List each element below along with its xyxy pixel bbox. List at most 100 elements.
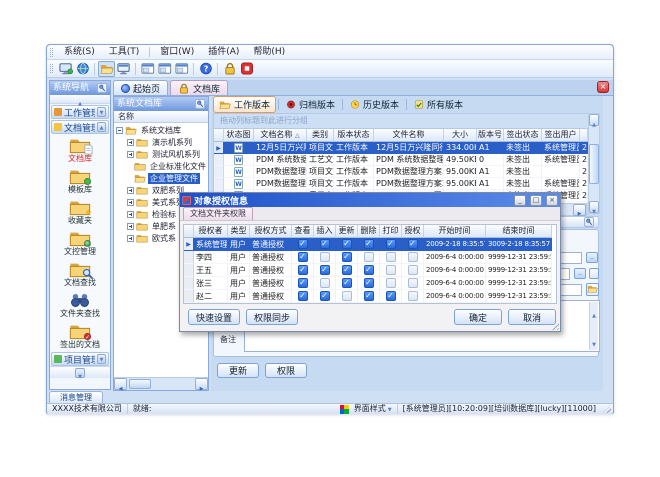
perm-grant-checkbox[interactable] <box>408 239 418 249</box>
minimize-button[interactable]: _ <box>514 195 526 206</box>
permission-row[interactable]: 系统管理员 用户 普通授权 2009-2-18 8:35:57 3009-2-1… <box>184 238 556 251</box>
header-doc-name[interactable]: 文档名称 △ <box>254 129 307 142</box>
scroll-right-button[interactable] <box>195 378 208 390</box>
sidebar-item-favorites[interactable]: ★ 收藏夹 <box>50 196 110 227</box>
perm-print-checkbox[interactable] <box>386 239 396 249</box>
tab-message-management[interactable]: 消息管理 <box>49 391 103 403</box>
perm-insert-checkbox[interactable] <box>320 252 330 262</box>
nav-scroll-down[interactable] <box>50 366 110 378</box>
tab-document-library[interactable]: 文档库 <box>170 80 228 95</box>
perm-update-checkbox[interactable] <box>342 278 352 288</box>
expand-icon[interactable] <box>127 199 134 206</box>
perm-insert-checkbox[interactable] <box>320 239 330 249</box>
header-status-icon[interactable]: 状态图 <box>224 129 254 142</box>
header-size[interactable]: 大小 <box>444 129 477 142</box>
perm-grant-checkbox[interactable] <box>408 265 418 275</box>
tree-node-root[interactable]: 系统文档库 <box>114 124 208 136</box>
network-button[interactable] <box>74 61 91 77</box>
perm-view-checkbox[interactable] <box>298 265 308 275</box>
tree-node[interactable]: 企业标准化文件 <box>114 160 208 172</box>
perm-view-checkbox[interactable] <box>298 291 308 301</box>
tree-node[interactable]: 演示机系列 <box>114 136 208 148</box>
nav-scroll-up[interactable] <box>50 95 110 104</box>
tree-node-selected[interactable]: 企业管理文件 <box>114 172 208 184</box>
pin-button[interactable] <box>195 99 205 109</box>
perm-update-checkbox[interactable] <box>342 239 352 249</box>
header-checkout-user[interactable]: 签出用户 <box>542 129 580 142</box>
table-row[interactable]: W PDM数据整理方案2.doc 项目文档 工作版本 PDM数据整理方案2.do… <box>214 178 587 190</box>
help-button[interactable] <box>197 61 214 77</box>
perm-insert-checkbox[interactable] <box>320 278 330 288</box>
perm-view-checkbox[interactable] <box>298 278 308 288</box>
perm-insert-checkbox[interactable] <box>320 291 330 301</box>
sidebar-item-document-library[interactable]: 文档库 <box>50 134 110 165</box>
scroll-up-button[interactable] <box>589 114 599 126</box>
update-button[interactable]: 更新 <box>217 363 259 378</box>
header-version-no[interactable]: 版本号 <box>477 129 504 142</box>
chevron-up-icon[interactable] <box>97 122 106 132</box>
perm-delete-checkbox[interactable] <box>364 252 374 262</box>
perm-print-checkbox[interactable] <box>386 291 396 301</box>
workspace-button[interactable] <box>115 61 132 77</box>
message-button-3[interactable] <box>173 61 190 77</box>
tab-start-page[interactable]: 起始页 <box>113 80 168 95</box>
tree-node[interactable]: 测试风机系列 <box>114 148 208 160</box>
perm-update-checkbox[interactable] <box>342 252 352 262</box>
expand-icon[interactable] <box>127 223 134 230</box>
header-print[interactable]: 打印 <box>380 225 402 238</box>
sidebar-item-checked-out-docs[interactable]: ✓ 签出的文档 <box>50 320 110 351</box>
expand-icon[interactable] <box>127 151 134 158</box>
header-grant[interactable]: 授权 <box>402 225 424 238</box>
cancel-button[interactable]: 取消 <box>508 309 556 325</box>
tree-horizontal-scrollbar[interactable] <box>114 377 208 390</box>
perm-view-checkbox[interactable] <box>298 252 308 262</box>
header-checkout-status[interactable]: 签出状态 <box>504 129 542 142</box>
interface-style-dropdown[interactable]: 界面样式 <box>349 404 397 414</box>
header-end-time[interactable]: 结束时间 <box>486 225 552 238</box>
sidebar-item-template-library[interactable]: 模板库 <box>50 165 110 196</box>
toolbar-grip[interactable] <box>50 64 53 73</box>
tab-folder-permissions[interactable]: 文档文件夹权限 <box>183 207 253 220</box>
perm-update-checkbox[interactable] <box>342 291 352 301</box>
header-view[interactable]: 查看 <box>292 225 314 238</box>
pin-button[interactable] <box>97 83 107 93</box>
expand-icon[interactable] <box>127 211 134 218</box>
quick-setup-button[interactable]: 快速设置 <box>188 309 240 325</box>
header-category[interactable]: 类别 <box>307 129 334 142</box>
perm-view-checkbox[interactable] <box>298 239 308 249</box>
scroll-right-button[interactable] <box>573 204 586 216</box>
ellipsis-button[interactable]: ‥ <box>574 268 586 279</box>
table-vertical-scrollbar[interactable] <box>588 113 600 214</box>
nav-group-work[interactable]: 工作管理 <box>51 105 109 119</box>
chevron-down-icon[interactable] <box>75 368 85 378</box>
perm-grant-checkbox[interactable] <box>408 252 418 262</box>
header-file-name[interactable]: 文件名称 <box>374 129 444 142</box>
message-button-2[interactable] <box>156 61 173 77</box>
header-grantee[interactable]: 授权者 <box>194 225 228 238</box>
tab-archive-version[interactable]: 归档版本 <box>281 97 340 112</box>
sidebar-item-doc-control[interactable]: 文控管理 <box>50 227 110 258</box>
textarea-scrollbar[interactable] <box>589 302 598 350</box>
permission-row[interactable]: 李四 用户 普通授权 2009-6-4 0:00:00 9999-12-31 2… <box>184 251 556 264</box>
open-folder-button[interactable] <box>586 283 599 296</box>
perm-delete-checkbox[interactable] <box>364 291 374 301</box>
menu-tools[interactable]: 工具(T) <box>102 45 147 59</box>
exit-button[interactable] <box>238 61 255 77</box>
table-row[interactable]: W 12月5日万兴隆同行... 项目文档 工作版本 12月5日万兴隆同行... … <box>214 142 587 154</box>
menu-help[interactable]: 帮助(H) <box>246 45 292 59</box>
ellipsis-button[interactable]: ‥ <box>586 252 598 263</box>
menu-system[interactable]: 系统(S) <box>57 45 102 59</box>
nav-group-document[interactable]: 文档管理 <box>51 120 109 134</box>
table-row[interactable]: W PDM 系统数据整理检... 工艺文档 工作版本 PDM 系统数据整理...… <box>214 154 587 166</box>
tab-work-version[interactable]: 工作版本 <box>213 96 276 113</box>
permission-row[interactable]: 赵二 用户 普通授权 2009-6-4 0:00:00 9999-12-31 2… <box>184 290 556 303</box>
header-delete[interactable]: 删除 <box>358 225 380 238</box>
header-mode[interactable]: 授权方式 <box>250 225 292 238</box>
lock-button[interactable] <box>221 61 238 77</box>
group-by-bar[interactable]: 拖动列标题到此进行分组 <box>213 113 599 129</box>
perm-delete-checkbox[interactable] <box>364 239 374 249</box>
tree-name-header[interactable]: 名称 <box>114 111 208 123</box>
document-library-button[interactable] <box>98 61 115 77</box>
expand-icon[interactable] <box>127 235 134 242</box>
tab-all-versions[interactable]: 所有版本 <box>409 97 468 112</box>
